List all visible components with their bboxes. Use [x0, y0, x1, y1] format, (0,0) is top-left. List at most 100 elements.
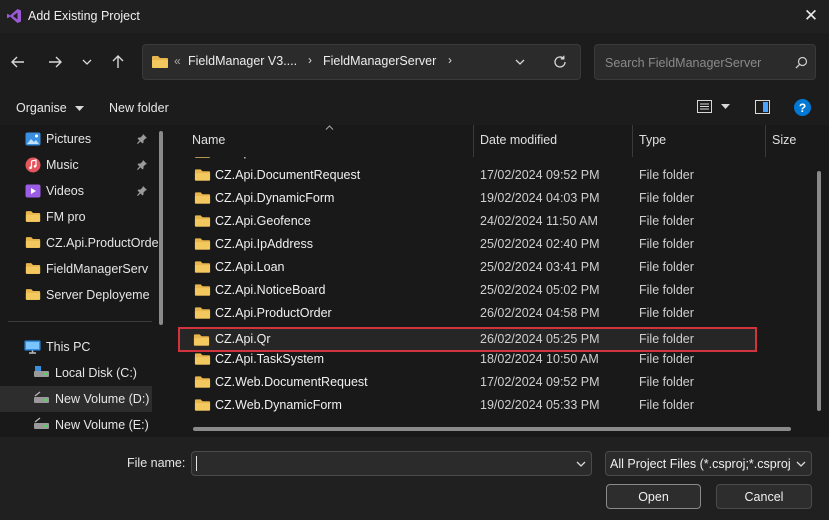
nav-divider	[8, 321, 152, 322]
organise-button[interactable]: Organise	[16, 101, 85, 115]
nav-item-productorder[interactable]: CZ.Api.ProductOrde	[0, 230, 159, 256]
organise-label: Organise	[16, 101, 67, 115]
pin-icon[interactable]	[137, 134, 147, 144]
file-row[interactable]: CZ.Api.DynamicForm 19/02/2024 04:03 PM Fil…	[177, 187, 757, 210]
nav-item-this-pc[interactable]: This PC	[0, 334, 152, 360]
new-folder-button[interactable]: New folder	[109, 101, 169, 115]
recent-locations-button[interactable]	[75, 50, 99, 74]
chevron-down-icon[interactable]	[796, 461, 806, 467]
folder-icon	[194, 353, 211, 365]
column-header-type[interactable]: Type	[639, 133, 666, 147]
breadcrumb-separator-icon[interactable]: ›	[448, 53, 452, 67]
address-overflow[interactable]: «	[174, 54, 181, 68]
search-input[interactable]: Search FieldManagerServer	[605, 56, 761, 70]
nav-item-server-deployement[interactable]: Server Deployeme	[0, 282, 152, 308]
nav-item-label: This PC	[46, 340, 91, 354]
file-row[interactable]: CZ.Api.ProductOrder 26/02/2024 04:58 PM Fi…	[177, 302, 757, 325]
column-divider[interactable]	[473, 125, 474, 157]
nav-item-local-disk-c[interactable]: Local Disk (C:)	[0, 360, 152, 386]
file-row[interactable]: CZ.Api.NoticeBoard 25/02/2024 05:02 PM Fil…	[177, 279, 757, 302]
nav-item-label: New Volume (D:)	[55, 392, 150, 406]
file-name: CZ.Api.TaskSystem	[215, 352, 325, 366]
up-button[interactable]	[106, 50, 130, 74]
nav-item-new-volume-d[interactable]: New Volume (D:)	[0, 386, 152, 412]
breadcrumb-item[interactable]: FieldManager V3....	[188, 54, 297, 68]
file-name: CZ.Web.DocumentRequest	[215, 375, 368, 389]
file-row[interactable]: CZ.Api.Break 19/02/2024 02:30 PM File fold…	[177, 157, 757, 164]
file-row[interactable]: CZ.Api.Loan 25/02/2024 03:41 PM File folde…	[177, 256, 757, 279]
open-button[interactable]: Open	[606, 484, 701, 509]
file-rows: CZ.Api.Break 19/02/2024 02:30 PM File fold…	[172, 157, 792, 427]
column-header-size[interactable]: Size	[772, 133, 796, 147]
address-bar[interactable]: « FieldManager V3.... › FieldManagerServ…	[142, 44, 581, 80]
file-name: CZ.Api.Qr	[215, 332, 271, 346]
file-type: File folder	[639, 260, 694, 274]
nav-item-label: Videos	[46, 184, 84, 198]
folder-icon	[25, 289, 41, 300]
file-row[interactable]: CZ.Api.DocumentRequest 17/02/2024 09:52 P…	[177, 164, 757, 187]
column-header-name[interactable]: Name	[192, 133, 225, 147]
nav-item-fm-pro[interactable]: FM pro	[0, 204, 152, 230]
chevron-down-icon[interactable]	[576, 461, 586, 467]
nav-item-label: FieldManagerServ	[46, 262, 149, 276]
close-button[interactable]: ✕	[796, 2, 826, 30]
folder-icon	[194, 307, 211, 319]
breadcrumb-item[interactable]: FieldManagerServer	[323, 54, 436, 68]
file-row-highlighted[interactable]: CZ.Api.Qr 26/02/2024 05:25 PM File folde…	[183, 330, 758, 351]
nav-item-label: FM pro	[46, 210, 86, 224]
file-row[interactable]: CZ.Web.DocumentRequest 17/02/2024 09:52 P…	[177, 371, 757, 394]
address-dropdown-icon[interactable]	[515, 59, 525, 65]
arrow-right-icon	[49, 56, 62, 68]
file-name: CZ.Api.NoticeBoard	[215, 283, 326, 297]
nav-item-label: Pictures	[46, 132, 92, 146]
file-date: 17/02/2024 09:52 PM	[480, 168, 600, 182]
file-type: File folder	[639, 375, 694, 389]
pin-icon[interactable]	[137, 186, 147, 196]
text-cursor	[196, 456, 197, 471]
folder-icon	[194, 238, 211, 250]
search-box[interactable]: Search FieldManagerServer	[594, 44, 816, 80]
nav-item-fieldmanagerserver[interactable]: FieldManagerServ	[0, 256, 152, 282]
file-row[interactable]: CZ.Web.DynamicForm 19/02/2024 05:33 PM Fil…	[177, 394, 757, 417]
column-divider[interactable]	[765, 125, 766, 157]
file-type: File folder	[639, 332, 694, 346]
breadcrumb-separator-icon[interactable]: ›	[308, 53, 312, 67]
videos-icon	[25, 184, 41, 198]
file-date: 25/02/2024 05:02 PM	[480, 283, 600, 297]
file-date: 24/02/2024 11:50 AM	[480, 214, 598, 228]
nav-item-music[interactable]: Music	[0, 152, 152, 178]
file-date: 25/02/2024 03:41 PM	[480, 260, 600, 274]
file-row[interactable]: CZ.Api.IpAddress 25/02/2024 02:40 PM File …	[177, 233, 757, 256]
nav-item-videos[interactable]: Videos	[0, 178, 152, 204]
file-type-filter[interactable]: All Project Files (*.csproj;*.csproj	[605, 451, 812, 476]
cancel-button[interactable]: Cancel	[716, 484, 812, 509]
nav-scrollbar[interactable]	[159, 131, 163, 325]
vertical-scrollbar[interactable]	[817, 171, 821, 411]
preview-pane-icon[interactable]	[755, 100, 770, 114]
back-button[interactable]	[6, 50, 30, 74]
file-type: File folder	[639, 168, 694, 182]
forward-button[interactable]	[43, 50, 67, 74]
drive-icon	[34, 391, 49, 403]
file-type: File folder	[639, 191, 694, 205]
navigation-pane: Pictures Music Videos FM pro CZ.Api.Prod…	[0, 125, 172, 437]
folder-icon	[25, 263, 41, 274]
horizontal-scrollbar[interactable]	[193, 427, 791, 431]
refresh-icon[interactable]	[553, 55, 567, 69]
folder-icon	[194, 192, 211, 204]
search-icon[interactable]	[795, 56, 808, 69]
view-options-button[interactable]	[697, 100, 730, 113]
visual-studio-icon	[7, 9, 21, 23]
column-header-date[interactable]: Date modified	[480, 133, 557, 147]
nav-item-new-volume-e[interactable]: New Volume (E:)	[0, 412, 152, 437]
caret-down-icon	[721, 103, 730, 109]
close-icon: ✕	[803, 6, 819, 25]
nav-item-pictures[interactable]: Pictures	[0, 126, 152, 152]
column-divider[interactable]	[632, 125, 633, 157]
file-name: CZ.Api.IpAddress	[215, 237, 313, 251]
pin-icon[interactable]	[137, 160, 147, 170]
help-icon[interactable]: ?	[794, 99, 811, 116]
file-name: CZ.Api.ProductOrder	[215, 306, 332, 320]
file-name-input[interactable]	[191, 451, 592, 476]
file-row[interactable]: CZ.Api.Geofence 24/02/2024 11:50 AM File f…	[177, 210, 757, 233]
